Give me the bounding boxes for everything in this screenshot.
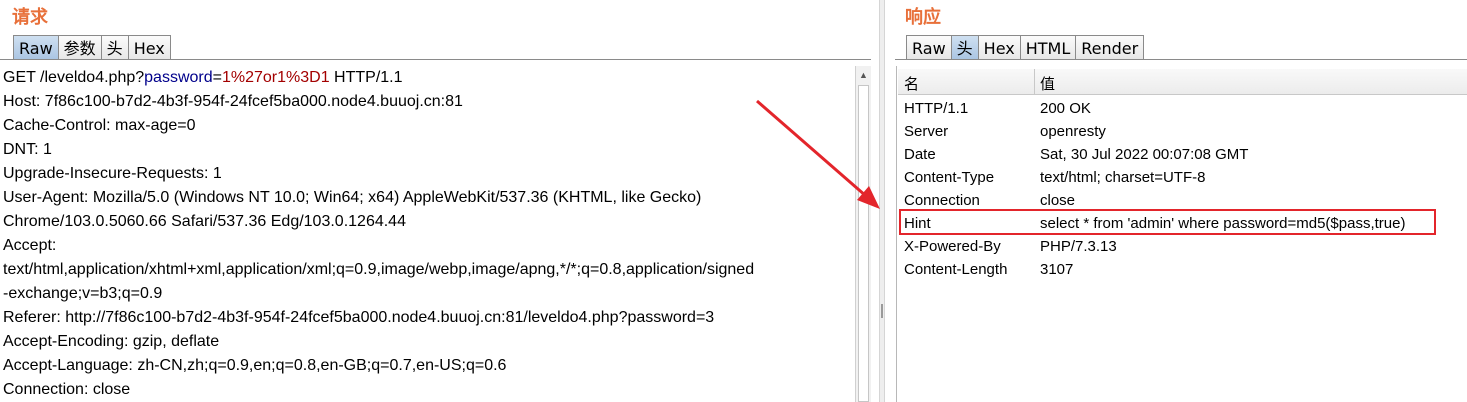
annotation-arrow-icon	[756, 99, 880, 209]
